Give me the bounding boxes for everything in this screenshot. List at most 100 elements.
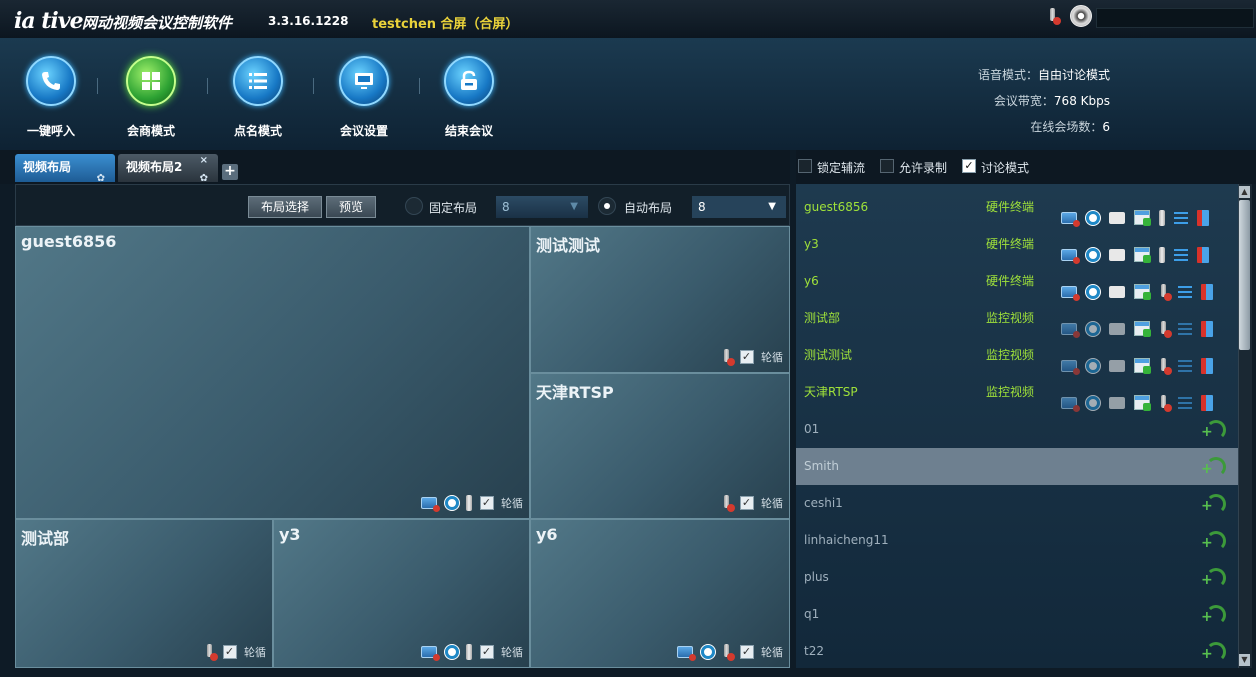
list-icon[interactable] <box>1178 285 1192 298</box>
video-pane[interactable]: 测试测试 ✓ 轮循 <box>530 226 790 373</box>
schedule-icon[interactable] <box>1134 395 1151 411</box>
screen-share-icon[interactable] <box>421 646 440 661</box>
microphone-muted-icon[interactable] <box>722 495 735 512</box>
camera-icon[interactable] <box>1109 248 1125 261</box>
loop-checkbox[interactable]: ✓ <box>479 645 494 659</box>
exit-icon[interactable] <box>1201 320 1213 337</box>
schedule-icon[interactable] <box>1134 284 1151 300</box>
gear-icon[interactable] <box>444 496 459 510</box>
screen-share-icon[interactable] <box>1061 211 1080 227</box>
video-pane[interactable]: 天津RTSP ✓ 轮循 <box>530 373 790 519</box>
camera-icon[interactable] <box>1109 396 1125 409</box>
screen-share-icon[interactable] <box>421 497 440 512</box>
call-icon[interactable] <box>1201 605 1226 625</box>
gear-icon[interactable] <box>1086 247 1100 262</box>
video-pane[interactable]: 测试部 ✓ 轮循 <box>15 519 273 668</box>
schedule-icon[interactable] <box>1134 358 1151 374</box>
exit-icon[interactable] <box>1201 283 1213 300</box>
scroll-up-button[interactable]: ▲ <box>1239 186 1250 198</box>
exit-icon[interactable] <box>1201 357 1213 374</box>
call-icon[interactable] <box>1201 531 1226 551</box>
layout-select-button[interactable]: 布局选择 <box>248 196 323 218</box>
fixed-layout-radio[interactable] <box>405 197 423 215</box>
list-item[interactable]: guest6856 硬件终端 <box>796 189 1238 227</box>
auto-layout-select[interactable]: 8 ▼ <box>692 196 786 218</box>
microphone-muted-icon[interactable] <box>1159 394 1172 412</box>
screen-share-icon[interactable] <box>1061 396 1080 412</box>
loop-checkbox[interactable]: ✓ <box>222 645 237 659</box>
call-icon[interactable] <box>1201 420 1226 440</box>
list-icon[interactable] <box>1178 322 1192 335</box>
video-pane[interactable]: y3 ✓ 轮循 <box>273 519 530 668</box>
exit-icon[interactable] <box>1201 394 1213 411</box>
list-item[interactable]: 测试部 监控视频 <box>796 300 1238 338</box>
screen-share-icon[interactable] <box>1061 322 1080 338</box>
list-item[interactable]: y3 硬件终端 <box>796 226 1238 264</box>
list-item[interactable]: plus <box>796 559 1238 596</box>
screen-share-icon[interactable] <box>1061 359 1080 375</box>
roll-call-mode-button[interactable]: 点名模式 <box>221 56 301 146</box>
list-item[interactable]: 天津RTSP 监控视频 <box>796 374 1238 412</box>
list-item[interactable]: ceshi1 <box>796 485 1238 522</box>
tab-video-layout[interactable]: 视频布局 ✿ <box>15 154 115 184</box>
gear-icon[interactable] <box>444 645 459 659</box>
list-icon[interactable] <box>1178 396 1192 409</box>
gear-icon[interactable] <box>1086 358 1100 373</box>
schedule-icon[interactable] <box>1134 247 1151 263</box>
one-key-call-button[interactable]: 一键呼入 <box>14 56 94 146</box>
list-icon[interactable] <box>1174 211 1188 224</box>
fixed-layout-select[interactable]: 8 ▼ <box>496 196 588 218</box>
call-icon[interactable] <box>1201 494 1226 514</box>
list-icon[interactable] <box>1178 359 1192 372</box>
camera-icon[interactable] <box>1109 285 1125 298</box>
video-pane[interactable]: y6 ✓ 轮循 <box>530 519 790 668</box>
search-input[interactable] <box>1096 8 1254 28</box>
discuss-mode-checkbox[interactable]: ✓ <box>962 159 976 173</box>
list-icon[interactable] <box>1174 248 1188 261</box>
add-tab-button[interactable]: + <box>222 164 238 180</box>
lock-aux-stream-checkbox[interactable] <box>798 159 812 173</box>
auto-layout-radio[interactable] <box>598 197 616 215</box>
microphone-icon[interactable] <box>466 644 472 660</box>
list-item[interactable]: q1 <box>796 596 1238 633</box>
preview-button[interactable]: 预览 <box>326 196 377 218</box>
loop-checkbox[interactable]: ✓ <box>739 496 754 510</box>
microphone-muted-icon[interactable] <box>1159 357 1172 375</box>
gear-icon[interactable] <box>1086 284 1100 299</box>
microphone-muted-icon[interactable] <box>722 644 735 661</box>
video-pane[interactable]: guest6856 ✓ 轮循 <box>15 226 530 519</box>
tab-video-layout-2[interactable]: 视频布局2 × ✿ <box>118 154 218 184</box>
microphone-muted-icon[interactable] <box>1159 320 1172 338</box>
camera-icon[interactable] <box>1109 322 1125 335</box>
screen-share-icon[interactable] <box>1061 248 1080 264</box>
consult-mode-button[interactable]: 会商模式 <box>114 56 194 146</box>
webcam-icon[interactable] <box>1070 5 1092 27</box>
microphone-muted-icon[interactable] <box>205 644 218 661</box>
gear-icon[interactable] <box>1086 210 1100 225</box>
list-item[interactable]: t22 <box>796 633 1238 670</box>
camera-icon[interactable] <box>1109 211 1125 224</box>
loop-checkbox[interactable]: ✓ <box>739 645 754 659</box>
list-item[interactable]: y6 硬件终端 <box>796 263 1238 301</box>
screen-share-icon[interactable] <box>1061 285 1080 301</box>
scroll-down-button[interactable]: ▼ <box>1239 654 1250 666</box>
call-icon[interactable] <box>1201 568 1226 588</box>
exit-icon[interactable] <box>1197 246 1209 263</box>
list-item[interactable]: Smith <box>796 448 1238 485</box>
microphone-icon[interactable] <box>466 495 472 511</box>
gear-icon[interactable] <box>1086 395 1100 410</box>
microphone-muted-icon[interactable] <box>1159 283 1172 301</box>
loop-checkbox[interactable]: ✓ <box>739 350 754 364</box>
scrollbar-thumb[interactable] <box>1239 200 1250 350</box>
microphone-icon[interactable] <box>1159 209 1165 226</box>
loop-checkbox[interactable]: ✓ <box>479 496 494 510</box>
end-meeting-button[interactable]: 结束会议 <box>432 56 512 146</box>
mute-all-icon[interactable] <box>1048 8 1061 25</box>
camera-icon[interactable] <box>1109 359 1125 372</box>
gear-icon[interactable] <box>1086 321 1100 336</box>
gear-icon[interactable] <box>700 645 715 659</box>
microphone-muted-icon[interactable] <box>722 349 735 366</box>
screen-share-icon[interactable] <box>677 646 696 661</box>
call-icon[interactable] <box>1201 457 1226 477</box>
list-item[interactable]: linhaicheng11 <box>796 522 1238 559</box>
